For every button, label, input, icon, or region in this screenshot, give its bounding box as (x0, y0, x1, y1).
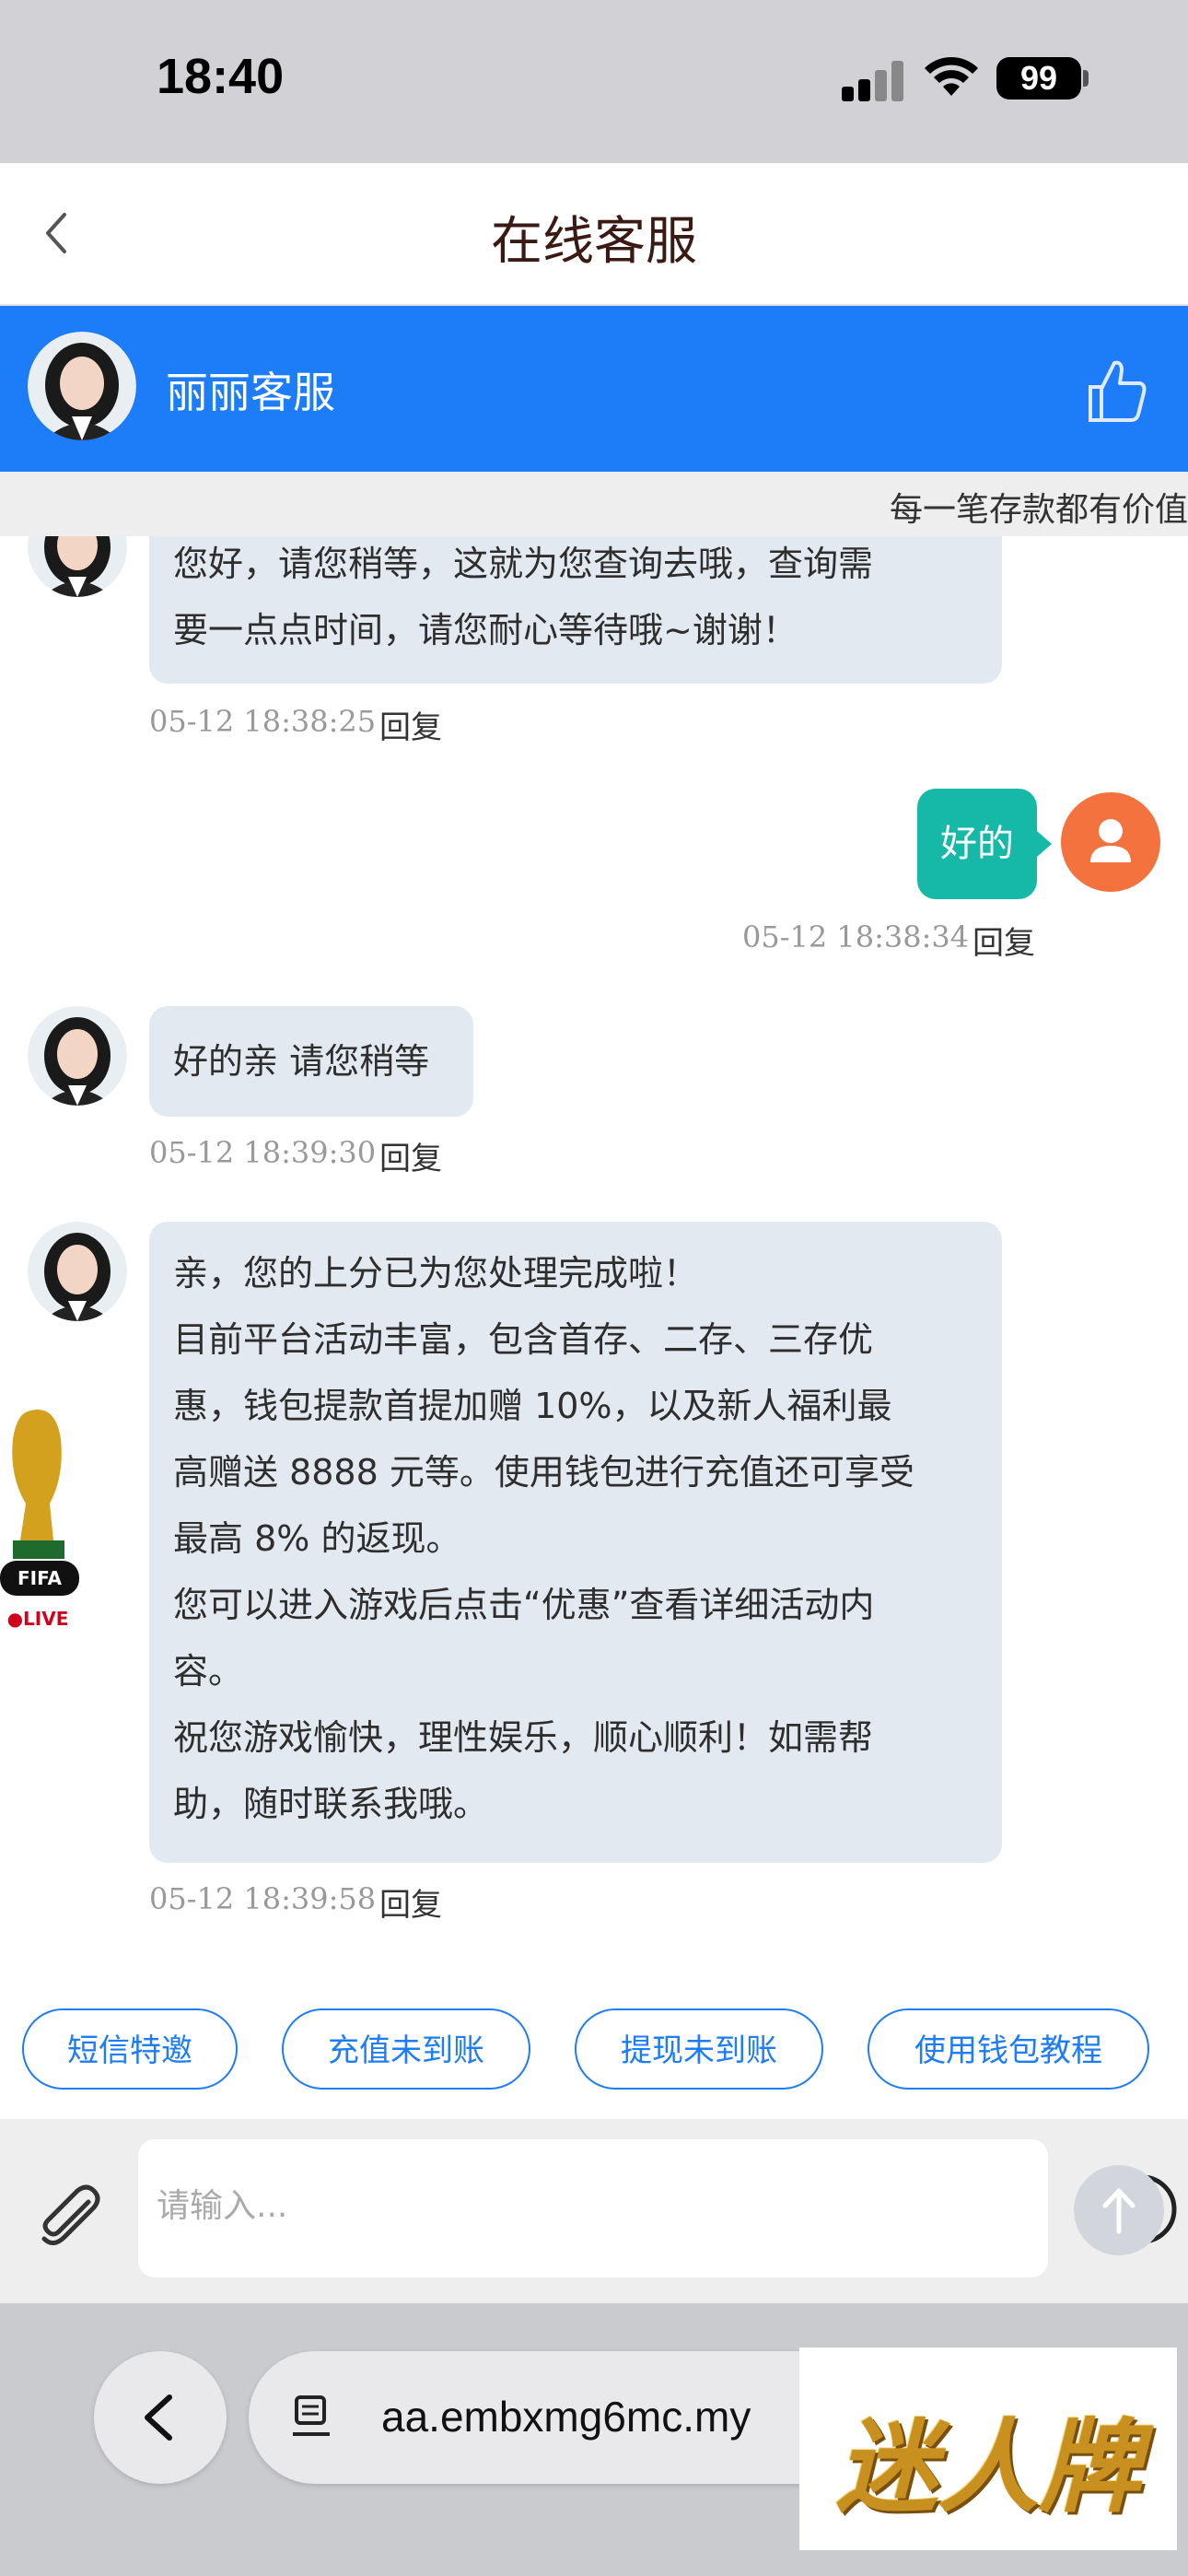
battery-tip (1083, 70, 1089, 87)
message-line: 您可以进入游戏后点击“优惠”查看详细活动内 (173, 1585, 875, 1625)
quick-reply-button[interactable]: 使用钱包教程 (868, 2008, 1149, 2090)
quick-reply-bar: 短信特邀 充值未到账 提现未到账 使用钱包教程 (0, 1981, 1188, 2119)
floating-live-widget[interactable]: FIFA ●LIVE (0, 1402, 79, 1642)
message-timestamp: 05-12 18:39:30 (149, 1135, 377, 1170)
quick-reply-button[interactable]: 短信特邀 (22, 2008, 238, 2090)
message-timestamp: 05-12 18:38:34 (742, 919, 970, 954)
chevron-left-icon (145, 2395, 172, 2441)
send-button[interactable] (1074, 2165, 1164, 2255)
status-time: 18:40 (157, 49, 285, 104)
browser-back-button[interactable] (94, 2351, 227, 2484)
agent-avatar (28, 536, 127, 597)
user-message-bubble: 好的 (917, 789, 1052, 899)
page-title: 在线客服 (491, 212, 697, 272)
announcement-marquee: 每一笔存款都有价值 (0, 472, 1188, 536)
message-line: 惠，钱包提款首提加赠 10%，以及新人福利最 (173, 1386, 892, 1426)
agent-message-bubble: 您好，请您稍等，这就为您查询去哦，查询需 要一点点时间，请您耐心等待哦~谢谢！ (149, 536, 1002, 684)
message-line: 容。 (173, 1651, 244, 1692)
message-line: 好的亲 请您稍等 (173, 1041, 430, 1082)
message-input-box (138, 2139, 1177, 2277)
agent-avatar (28, 1006, 127, 1106)
nav-header: 在线客服 (0, 163, 1188, 306)
message-line: 亲，您的上分已为您处理完成啦！ (173, 1253, 699, 1294)
message-line: 要一点点时间，请您耐心等待哦~谢谢！ (173, 610, 798, 650)
reply-link[interactable]: 回复 (379, 1879, 442, 1925)
signal-icon (842, 61, 906, 101)
agent-avatar (28, 1222, 127, 1321)
battery-indicator: 99 (996, 57, 1081, 100)
marquee-text: 每一笔存款都有价值 (890, 491, 1188, 529)
live-badge: ●LIVE (2, 1607, 74, 1631)
user-avatar (1061, 792, 1160, 892)
agent-message-bubble: 好的亲 请您稍等 (149, 1006, 473, 1117)
reply-link[interactable]: 回复 (379, 702, 442, 747)
reply-link[interactable]: 回复 (973, 918, 1035, 963)
message-line: 祝您游戏愉快，理性娱乐，顺心顺利！如需帮 (173, 1717, 874, 1758)
message-timestamp: 05-12 18:39:58 (149, 1881, 377, 1916)
agent-name: 丽丽客服 (166, 368, 335, 417)
agent-bar: 丽丽客服 (0, 306, 1188, 472)
logo-text: 迷人牌 (836, 2407, 1140, 2526)
thumbs-up-icon[interactable] (1087, 357, 1147, 424)
message-input-area (0, 2119, 1188, 2303)
message-line: 目前平台活动丰富，包含首存、二存、三存优 (173, 1319, 874, 1360)
message-line: 您好，请您稍等，这就为您查询去哦，查询需 (173, 544, 874, 584)
user-icon (1090, 819, 1131, 862)
message-line: 高赠送 8888 元等。使用钱包进行充值还可享受 (173, 1452, 914, 1493)
url-text: aa.embxmg6mc.my (381, 2393, 751, 2441)
arrow-up-icon (1102, 2188, 1136, 2234)
logo-watermark: 迷人牌 (799, 2348, 1177, 2550)
message-line: 助，随时联系我哦。 (173, 1784, 489, 1824)
wifi-icon (925, 56, 978, 96)
status-bar: 18:40 99 (0, 0, 1188, 163)
message-input[interactable] (155, 2172, 895, 2239)
agent-avatar (28, 332, 136, 440)
message-line: 最高 8% 的返现。 (173, 1518, 461, 1559)
widget-brand: FIFA (17, 1567, 62, 1589)
page-menu-icon[interactable] (289, 2394, 335, 2441)
reply-link[interactable]: 回复 (379, 1133, 442, 1178)
chat-area[interactable]: 您好，请您稍等，这就为您查询去哦，查询需 要一点点时间，请您耐心等待哦~谢谢！ … (0, 536, 1188, 1981)
message-timestamp: 05-12 18:38:25 (149, 704, 377, 739)
agent-message-bubble: 亲，您的上分已为您处理完成啦！ 目前平台活动丰富，包含首存、二存、三存优 惠，钱… (149, 1222, 1002, 1863)
quick-reply-button[interactable]: 充值未到账 (282, 2008, 530, 2090)
paperclip-icon[interactable] (33, 2182, 107, 2255)
quick-reply-button[interactable]: 提现未到账 (575, 2008, 823, 2090)
